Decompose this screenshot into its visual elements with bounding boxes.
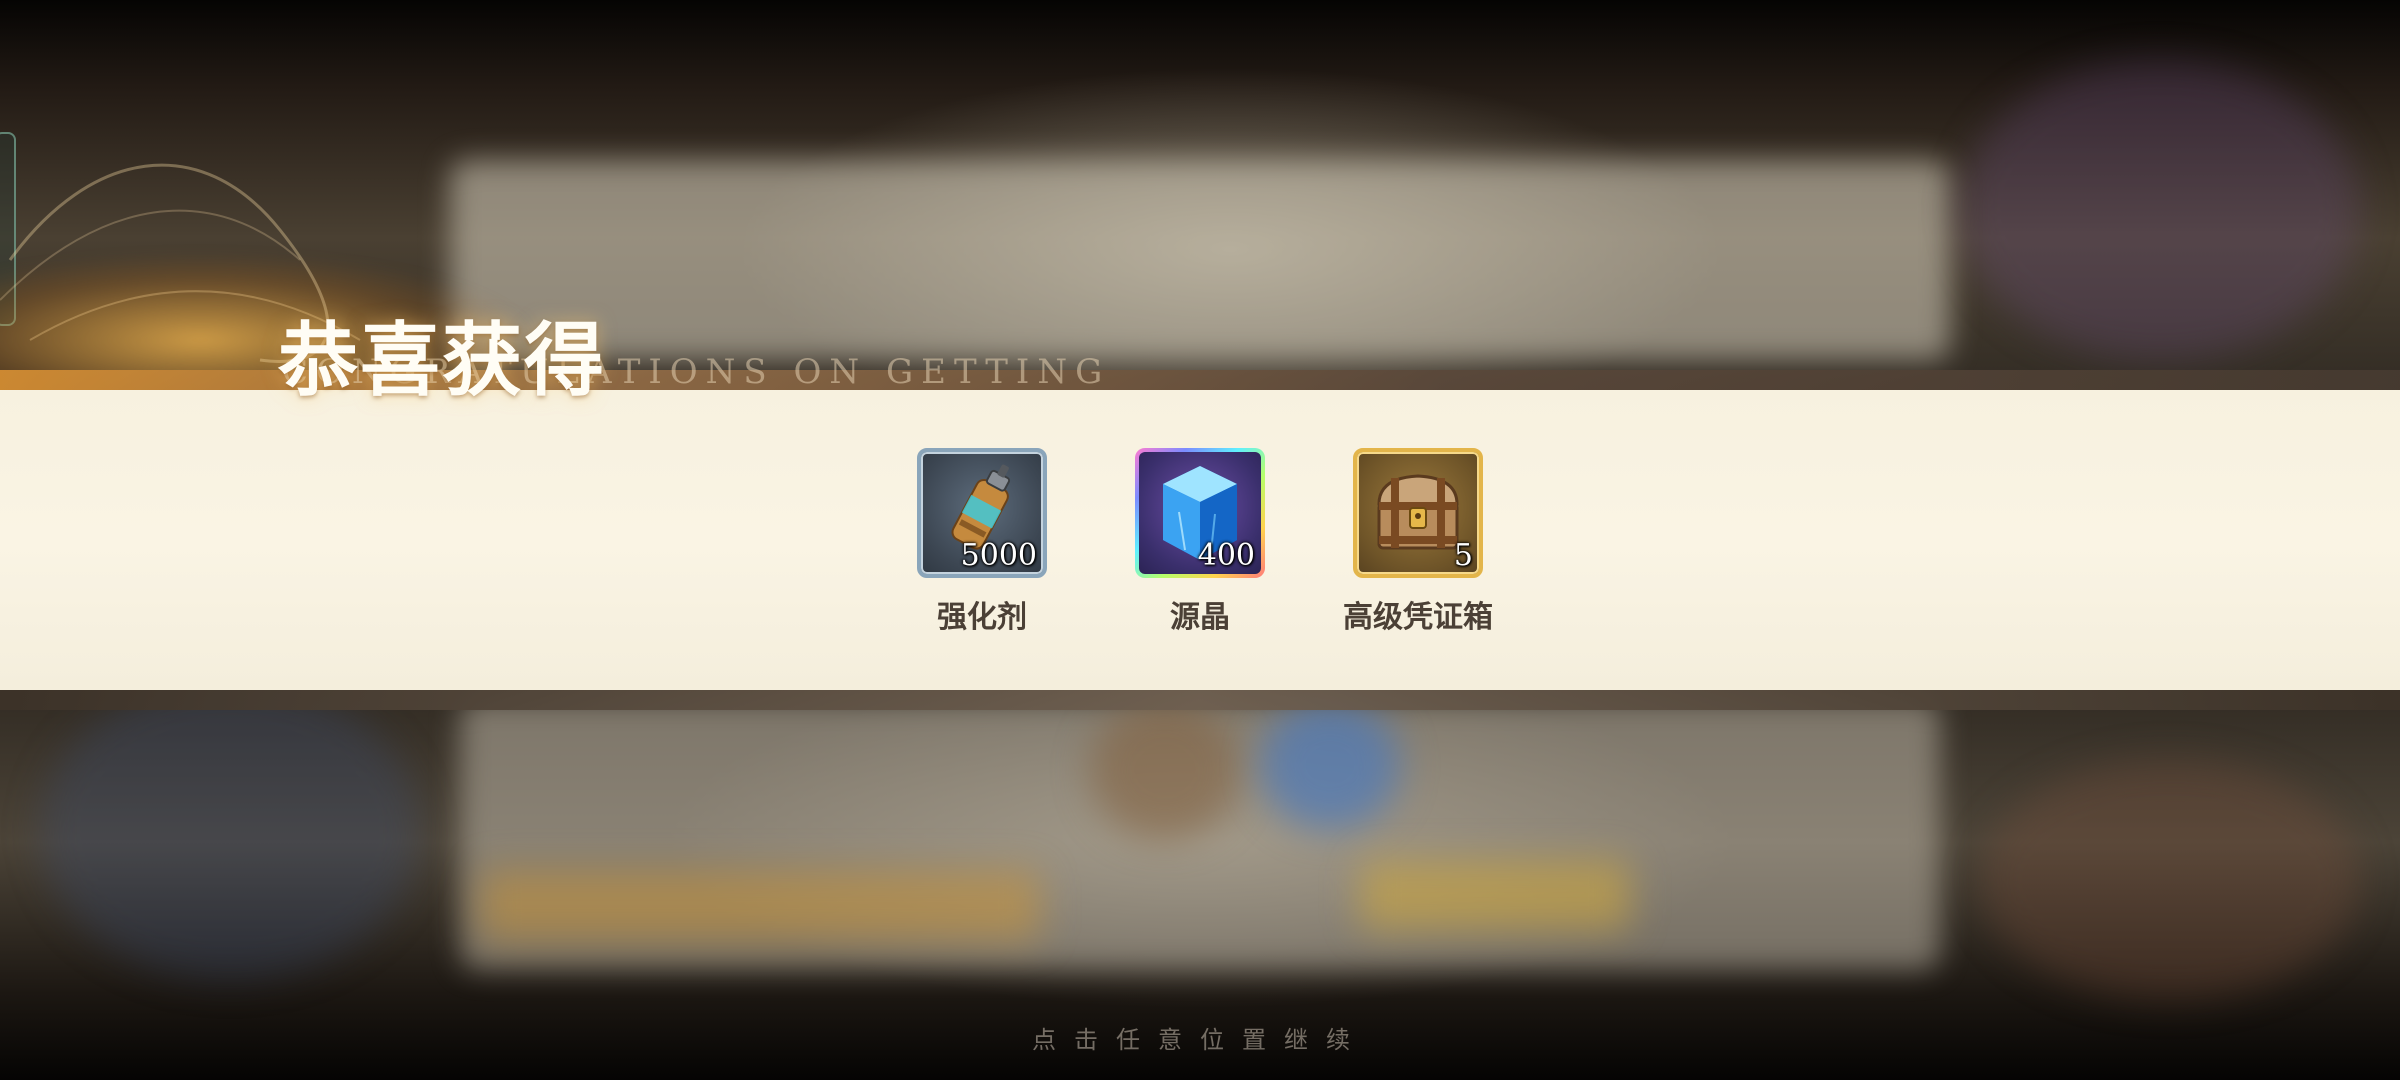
blurred-shape <box>1960 60 2360 360</box>
blurred-shape <box>1980 760 2360 1000</box>
reward-item[interactable]: 400 源晶 <box>1100 448 1300 636</box>
banner-bottom-stripe <box>0 690 2400 710</box>
reward-list: 5000 强化剂 400 源晶 5 高级凭证箱 <box>0 448 2400 648</box>
reward-count: 5000 <box>960 538 1037 573</box>
blurred-shape <box>40 680 420 980</box>
reward-count: 400 <box>1197 538 1255 573</box>
reward-name: 源晶 <box>1170 600 1230 635</box>
reward-count: 5 <box>1453 538 1473 573</box>
tap-to-continue-overlay[interactable]: CONGRATULATIONS ON GETTING 恭喜获得 5000 强化剂 <box>0 0 2400 1080</box>
reward-frame: 400 <box>1135 448 1265 578</box>
blurred-shape <box>1360 860 1630 930</box>
reward-item[interactable]: 5000 强化剂 <box>882 448 1082 636</box>
title-congratulations: 恭喜获得 <box>278 313 606 407</box>
tap-anywhere-hint: 点击任意位置继续 <box>1032 1026 1368 1054</box>
reward-name: 高级凭证箱 <box>1343 600 1493 635</box>
reward-name: 强化剂 <box>937 600 1027 635</box>
blurred-shape <box>480 870 1040 940</box>
reward-frame: 5 <box>1353 448 1483 578</box>
reward-item[interactable]: 5 高级凭证箱 <box>1318 448 1518 636</box>
reward-frame: 5000 <box>917 448 1047 578</box>
blurred-shape <box>1260 700 1400 830</box>
blurred-shape <box>1090 700 1240 840</box>
